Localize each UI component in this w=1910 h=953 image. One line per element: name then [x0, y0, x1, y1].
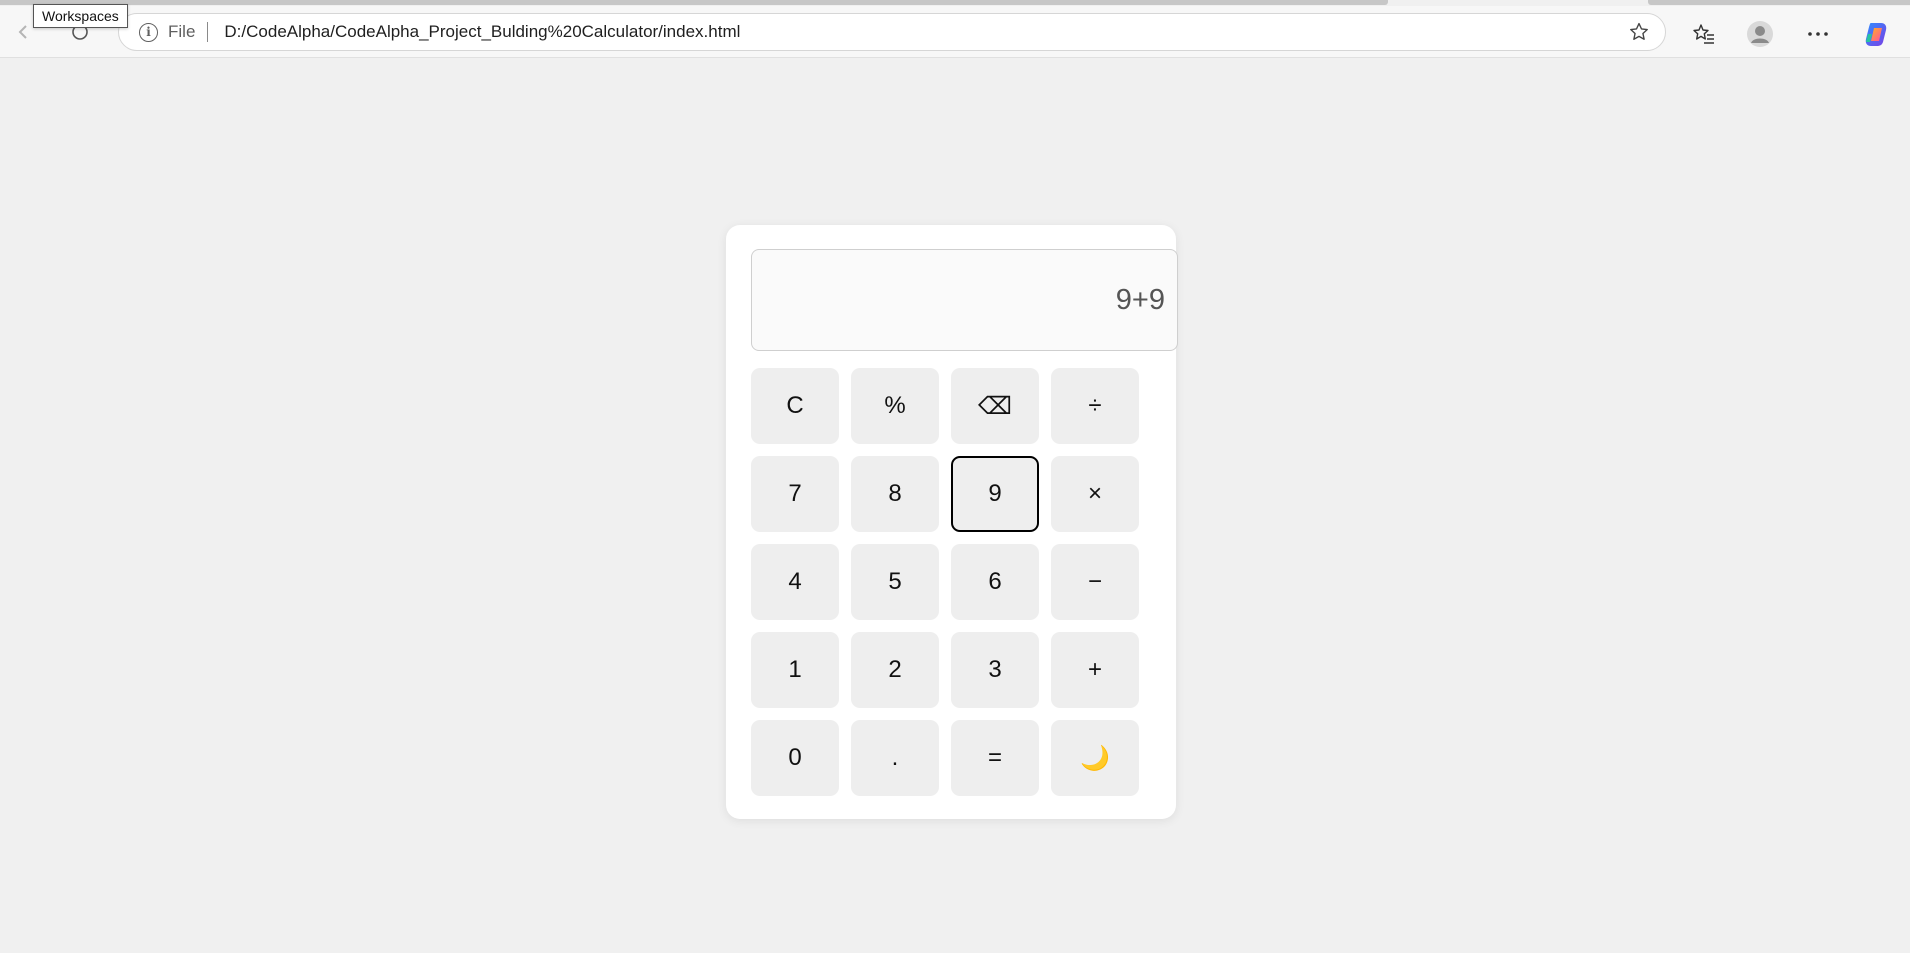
key-label: −: [1087, 568, 1102, 595]
subtract-button[interactable]: −: [1051, 544, 1139, 620]
decimal-button[interactable]: .: [851, 720, 939, 796]
favorites-list-icon[interactable]: [1686, 16, 1722, 52]
key-label: 7: [788, 480, 802, 507]
star-icon[interactable]: [1619, 13, 1659, 51]
equals-button[interactable]: =: [951, 720, 1039, 796]
info-icon[interactable]: i: [139, 22, 158, 42]
key-label: C: [786, 392, 804, 419]
backspace-button[interactable]: ⌫: [951, 368, 1039, 444]
divide-button[interactable]: ÷: [1051, 368, 1139, 444]
clear-button[interactable]: C: [751, 368, 839, 444]
calculator-display: 9+9: [751, 249, 1178, 351]
key-label: ÷: [1088, 392, 1102, 419]
multiply-button[interactable]: ×: [1051, 456, 1139, 532]
digit-4-button[interactable]: 4: [751, 544, 839, 620]
key-label: 2: [888, 656, 902, 683]
digit-0-button[interactable]: 0: [751, 720, 839, 796]
key-label: .: [891, 744, 899, 771]
address-scheme: File: [168, 22, 196, 41]
digit-8-button[interactable]: 8: [851, 456, 939, 532]
address-url[interactable]: D:/CodeAlpha/CodeAlpha_Project_Bulding%2…: [224, 22, 1619, 42]
digit-7-button[interactable]: 7: [751, 456, 839, 532]
key-label: 4: [788, 568, 802, 595]
key-label: =: [987, 744, 1002, 771]
address-separator: [207, 22, 209, 42]
digit-5-button[interactable]: 5: [851, 544, 939, 620]
key-label: 3: [988, 656, 1002, 683]
key-label: ×: [1087, 480, 1102, 507]
key-label: %: [884, 392, 906, 419]
add-button[interactable]: +: [1051, 632, 1139, 708]
address-bar[interactable]: i File D:/CodeAlpha/CodeAlpha_Project_Bu…: [118, 13, 1666, 51]
calculator-card: 9+9 C% ⌫ ÷ 7 8 9 × 4 5 6 − 1 2 3 +0. = 🌙: [726, 225, 1178, 819]
key-label: 6: [988, 568, 1002, 595]
moon-icon: 🌙: [1080, 744, 1110, 772]
profile-avatar-icon[interactable]: [1742, 16, 1778, 52]
calculator-keypad: C% ⌫ ÷ 7 8 9 × 4 5 6 − 1 2 3 +0. = 🌙: [751, 368, 1139, 796]
workspaces-tooltip: Workspaces: [33, 4, 128, 28]
key-label: 5: [888, 568, 902, 595]
copilot-icon[interactable]: [1858, 16, 1894, 52]
key-label: 0: [788, 744, 802, 771]
key-label: 9: [988, 480, 1002, 507]
browser-toolbar: i File D:/CodeAlpha/CodeAlpha_Project_Bu…: [0, 6, 1910, 58]
digit-2-button[interactable]: 2: [851, 632, 939, 708]
key-label: 1: [788, 656, 802, 683]
more-menu-icon[interactable]: [1800, 16, 1836, 52]
key-label: 8: [888, 480, 902, 507]
digit-9-button[interactable]: 9: [951, 456, 1039, 532]
tab-strip-scrollbar[interactable]: [0, 0, 1388, 5]
digit-6-button[interactable]: 6: [951, 544, 1039, 620]
theme-toggle-button[interactable]: 🌙: [1051, 720, 1139, 796]
tab-strip-right: [1648, 0, 1910, 5]
percent-button[interactable]: %: [851, 368, 939, 444]
key-label: ⌫: [978, 392, 1012, 420]
digit-3-button[interactable]: 3: [951, 632, 1039, 708]
digit-1-button[interactable]: 1: [751, 632, 839, 708]
key-label: +: [1087, 656, 1102, 683]
